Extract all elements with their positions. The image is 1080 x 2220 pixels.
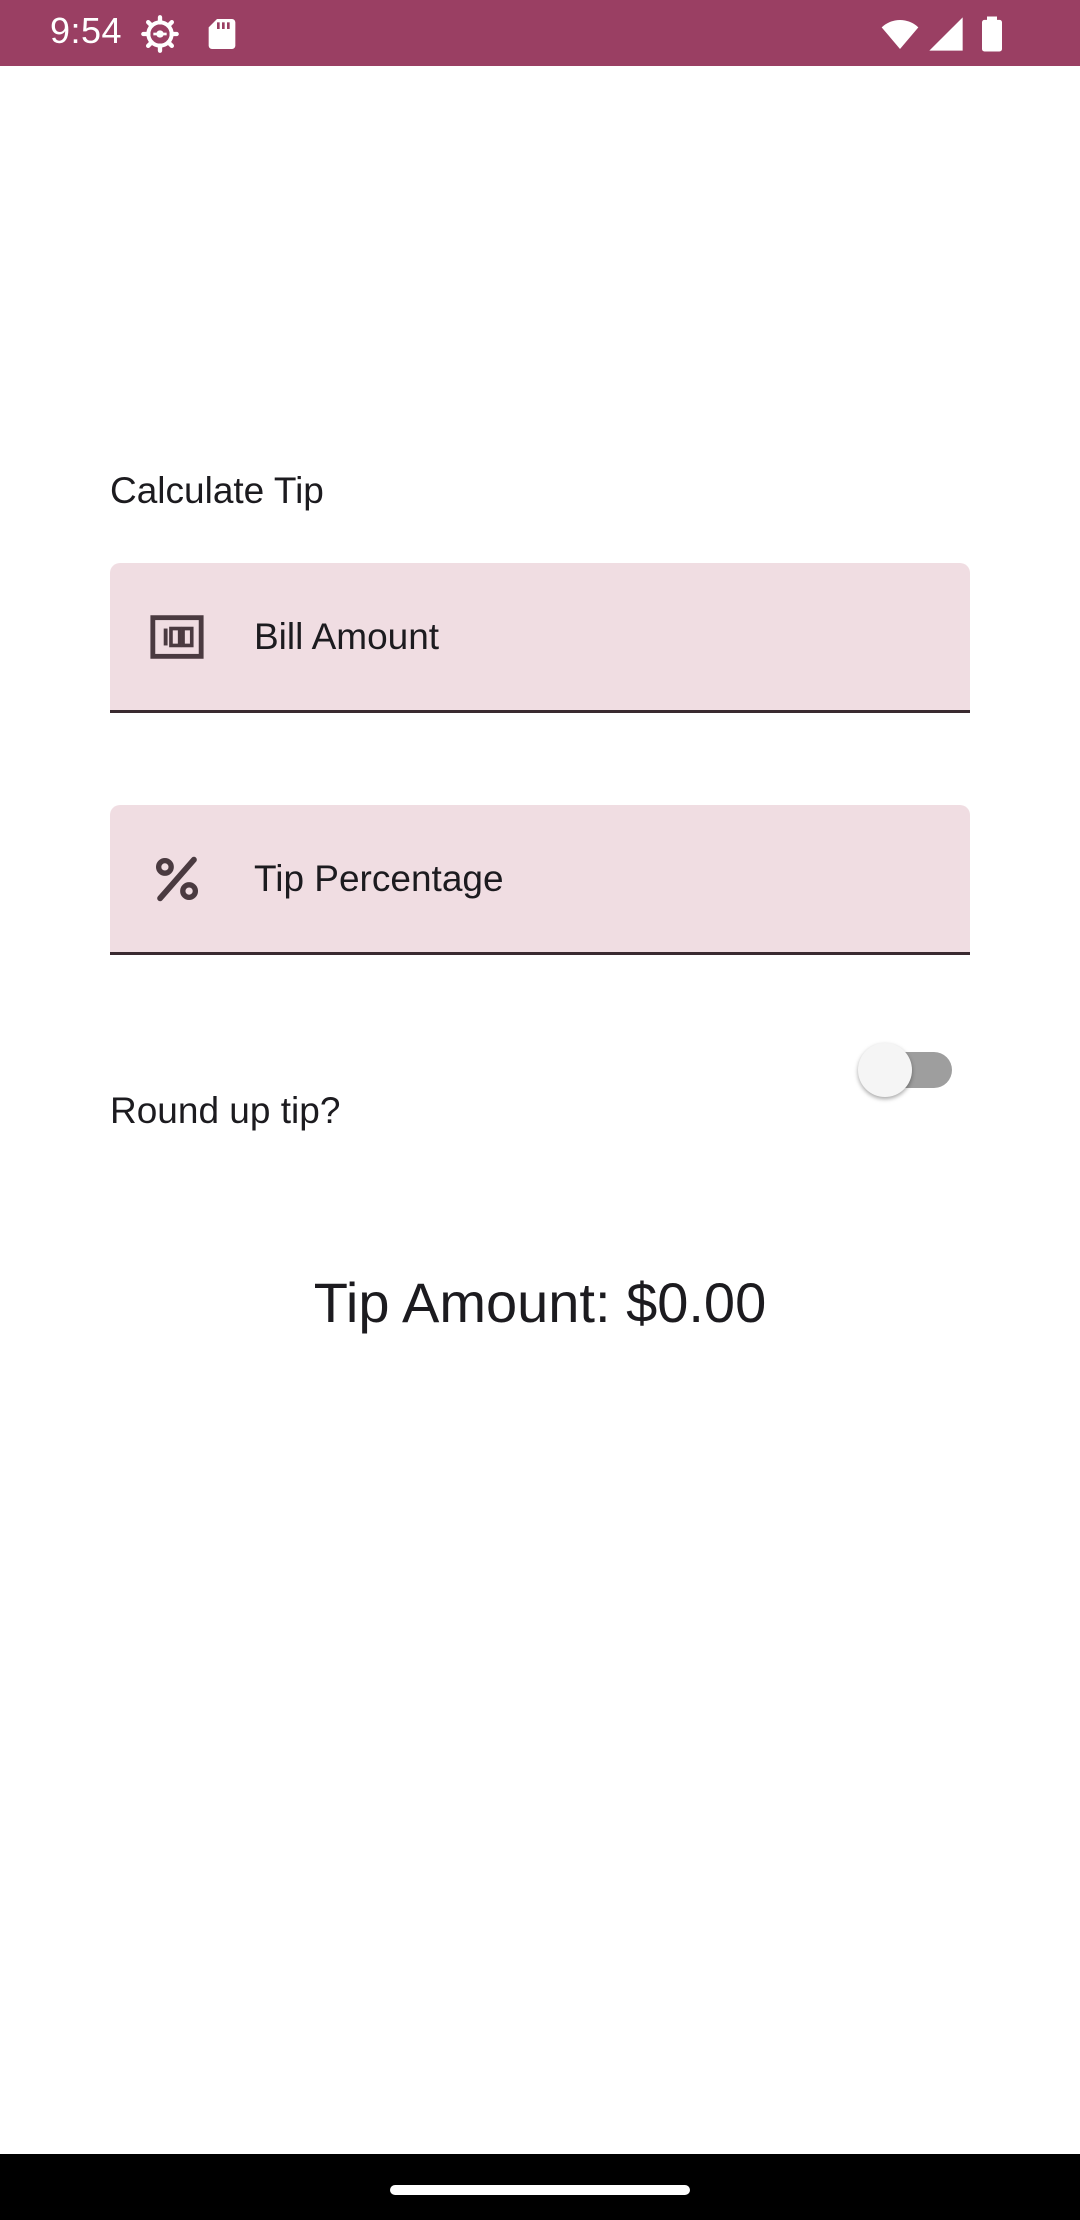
status-bar: 9:54 xyxy=(0,0,1080,66)
round-up-label: Round up tip? xyxy=(110,1090,341,1131)
navigation-bar xyxy=(0,2154,1080,2220)
cell-signal-icon xyxy=(926,14,966,54)
status-time: 9:54 xyxy=(50,10,123,51)
page-title: Calculate Tip xyxy=(110,470,324,511)
home-gesture-handle[interactable] xyxy=(390,2185,690,2195)
percent-icon xyxy=(148,850,206,908)
bill-amount-input[interactable] xyxy=(254,563,934,710)
sd-card-icon xyxy=(202,14,242,54)
tip-amount-text: Tip Amount: $0.00 xyxy=(313,1271,767,1334)
wifi-icon xyxy=(880,14,920,54)
tip-percentage-input[interactable] xyxy=(254,805,934,952)
bill-amount-field[interactable] xyxy=(110,563,970,713)
money-icon xyxy=(148,608,206,666)
battery-icon xyxy=(972,14,1012,54)
round-up-switch[interactable] xyxy=(858,1042,954,1098)
tip-percentage-field[interactable] xyxy=(110,805,970,955)
settings-gear-icon xyxy=(140,14,180,54)
switch-thumb xyxy=(858,1043,912,1097)
